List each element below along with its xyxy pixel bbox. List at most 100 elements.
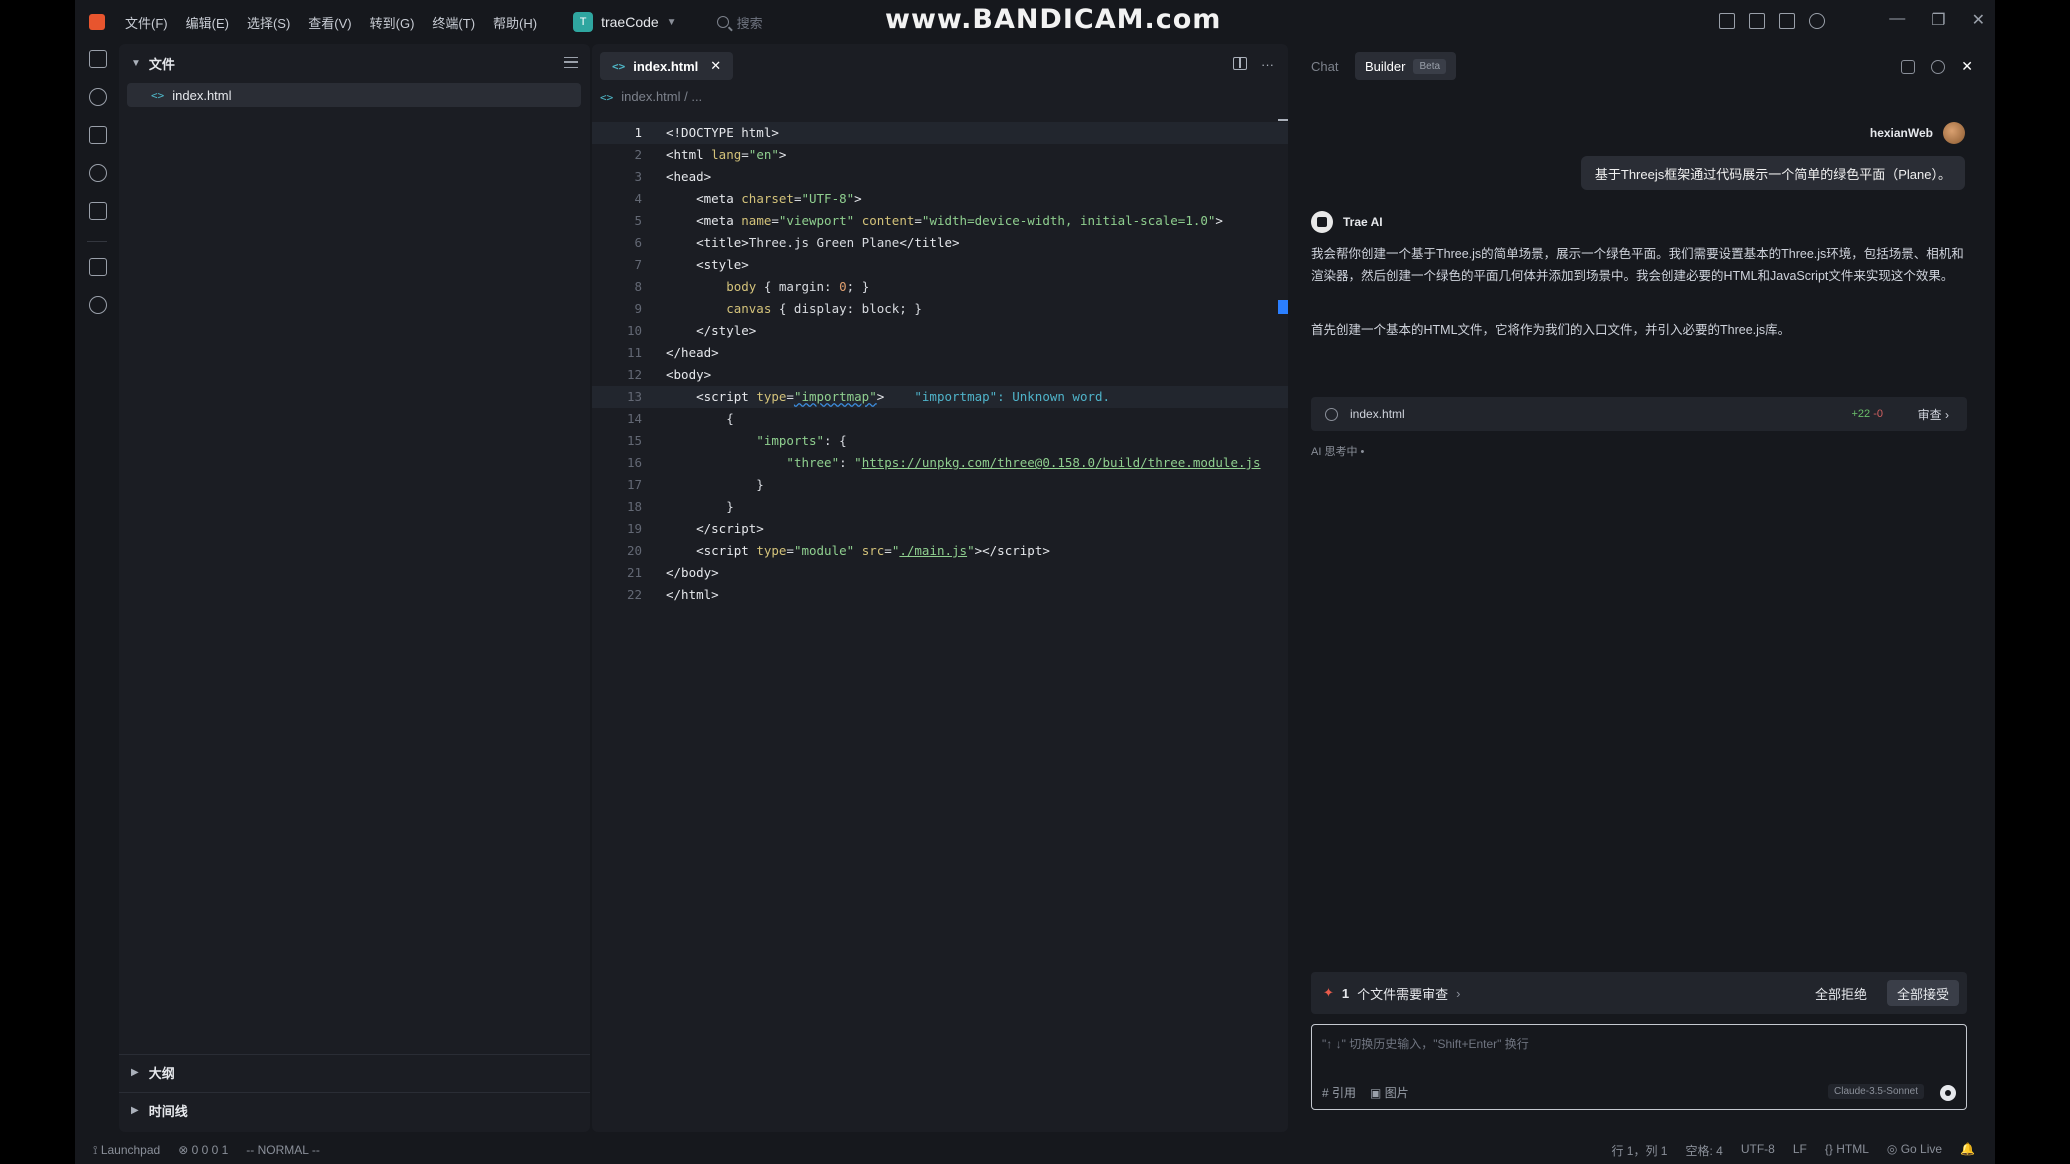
code-area[interactable]: 1 <!DOCTYPE html> 2 <html lang="en"> 3 <hea…: [592, 122, 1288, 606]
menu-help[interactable]: 帮助(H): [493, 13, 537, 32]
history-icon[interactable]: [1931, 59, 1946, 74]
code-line: 5 <meta name="viewport" content="width=d…: [634, 213, 1223, 228]
reject-all-button[interactable]: 全部拒绝: [1805, 980, 1877, 1006]
close-icon[interactable]: ✕: [1961, 58, 1973, 75]
code-line: 12 <body>: [626, 367, 712, 382]
outline-title: 大纲: [148, 1066, 175, 1081]
vim-mode: -- NORMAL --: [246, 1143, 320, 1157]
project-badge: T: [573, 12, 594, 32]
window-close-icon[interactable]: ✕: [1972, 10, 1985, 30]
html-file-icon: <>: [612, 59, 626, 73]
timeline-section[interactable]: ▶ 时间线: [119, 1092, 590, 1128]
split-editor-icon[interactable]: [1233, 57, 1247, 70]
code-line: 2 <html lang="en">: [634, 147, 787, 162]
timeline-title: 时间线: [148, 1104, 188, 1119]
code-line: 3 <head>: [634, 169, 712, 184]
explorer-title: 文件: [148, 57, 175, 72]
html-file-icon: <>: [600, 91, 614, 104]
braces-icon: {}: [1824, 1141, 1837, 1156]
input-actions: # 引用 ▣ 图片: [1322, 1084, 1409, 1101]
app-window: 文件(F) 编辑(E) 选择(S) 查看(V) 转到(G) 终端(T) 帮助(H…: [75, 0, 1995, 1164]
chevron-right-icon: ›: [1456, 985, 1461, 1001]
ai-chat-panel: Chat Builder Beta ✕ hexianWeb 基于Threejs框…: [1291, 44, 1993, 1132]
tab-chat[interactable]: Chat: [1311, 52, 1338, 80]
breadcrumb[interactable]: <> index.html / ...: [600, 89, 702, 104]
image-button[interactable]: ▣ 图片: [1370, 1084, 1409, 1101]
new-chat-icon[interactable]: [1901, 59, 1916, 74]
ai-message-paragraph: 我会帮你创建一个基于Three.js的简单场景，展示一个绿色平面。我们需要设置基…: [1311, 247, 1964, 283]
indentation[interactable]: 空格: 4: [1685, 1142, 1722, 1159]
code-line: 20 <script type="module" src="./main.js"…: [626, 543, 1050, 558]
explorer-icon[interactable]: [89, 50, 107, 68]
code-line: 9 canvas { display: block; }: [634, 301, 922, 316]
send-button[interactable]: [1940, 1085, 1956, 1101]
close-icon[interactable]: ✕: [710, 58, 721, 74]
broadcast-icon: ◎: [1886, 1141, 1901, 1156]
review-text[interactable]: 个文件需要审查: [1357, 984, 1448, 1003]
account-icon[interactable]: [1809, 13, 1825, 29]
tab-builder[interactable]: Builder Beta: [1355, 52, 1457, 80]
file-change-icon: [1325, 407, 1338, 421]
activity-divider: [87, 241, 107, 242]
more-actions-icon[interactable]: ···: [1261, 57, 1274, 72]
language-mode[interactable]: {} HTML: [1825, 1142, 1869, 1159]
toggle-sidebar-icon[interactable]: [1719, 13, 1735, 29]
outline-section[interactable]: ▶ 大纲: [119, 1054, 590, 1090]
tab-index-html[interactable]: <> index.html ✕: [600, 52, 734, 80]
error-icon: ⊗: [178, 1143, 192, 1157]
bug-icon[interactable]: [89, 202, 107, 220]
cursor-position[interactable]: 行 1，列 1: [1611, 1142, 1667, 1159]
file-card-name: index.html: [1350, 407, 1405, 421]
user-message: 基于Threejs框架通过代码展示一个简单的绿色平面（Plane）。: [1580, 156, 1965, 190]
beta-badge: Beta: [1413, 58, 1447, 74]
code-line: 7 <style>: [634, 257, 749, 272]
menu-view[interactable]: 查看(V): [308, 13, 351, 32]
maximize-icon[interactable]: ❐: [1931, 10, 1945, 30]
title-bar: 文件(F) 编辑(E) 选择(S) 查看(V) 转到(G) 终端(T) 帮助(H…: [75, 0, 1995, 44]
project-switcher[interactable]: T traeCode ▼: [573, 12, 677, 32]
file-item-index-html[interactable]: <> index.html: [127, 83, 581, 107]
line-ending[interactable]: LF: [1793, 1142, 1807, 1159]
notifications-icon[interactable]: 🔔: [1960, 1142, 1975, 1159]
model-selector[interactable]: Claude-3.5-Sonnet: [1828, 1084, 1924, 1099]
cite-button[interactable]: # 引用: [1322, 1084, 1356, 1101]
menu-file[interactable]: 文件(F): [125, 13, 168, 32]
review-link[interactable]: 审查 ›: [1918, 406, 1949, 423]
code-line: 16 "three": "https://unpkg.com/three@0.1…: [626, 455, 1261, 470]
menu-terminal[interactable]: 终端(T): [432, 13, 475, 32]
run-debug-icon[interactable]: [89, 164, 107, 182]
encoding[interactable]: UTF-8: [1741, 1142, 1775, 1159]
remote-icon[interactable]: [89, 296, 107, 314]
chevron-right-icon: ▶: [131, 1105, 139, 1116]
code-line: 8 body { margin: 0; }: [634, 279, 870, 294]
explorer-menu-icon[interactable]: [564, 57, 578, 68]
search-icon: [716, 16, 729, 28]
diagnostic-hint: "importmap": Unknown word.: [884, 389, 1111, 404]
minimize-icon[interactable]: —: [1889, 10, 1905, 30]
menu-select[interactable]: 选择(S): [247, 13, 290, 32]
activity-bar: [75, 44, 119, 1132]
explorer-header[interactable]: ▼ 文件: [131, 54, 175, 73]
go-live-button[interactable]: ◎ Go Live: [1887, 1142, 1942, 1159]
pending-review-bar: ✦ 1 个文件需要审查 › 全部拒绝 全部接受: [1311, 972, 1967, 1014]
toggle-aux-sidebar-icon[interactable]: [1779, 13, 1795, 29]
toggle-panel-icon[interactable]: [1749, 13, 1765, 29]
problems-indicator[interactable]: ⊗ 0 0 0 1: [178, 1143, 228, 1157]
search-box[interactable]: 搜索: [716, 13, 763, 32]
accept-all-button[interactable]: 全部接受: [1886, 980, 1959, 1006]
code-line: 6 <title>Three.js Green Plane</title>: [634, 235, 960, 250]
chevron-down-icon: ▼: [131, 58, 141, 69]
menu-edit[interactable]: 编辑(E): [186, 13, 229, 32]
code-line: 17 }: [626, 477, 764, 492]
menu-goto[interactable]: 转到(G): [370, 13, 415, 32]
file-change-card[interactable]: index.html +22 -0 审查 ›: [1311, 397, 1967, 431]
search-view-icon[interactable]: [89, 88, 107, 106]
image-icon: ▣: [1370, 1086, 1385, 1100]
chat-input[interactable]: "↑ ↓" 切换历史输入，"Shift+Enter" 换行 # 引用 ▣ 图片 …: [1311, 1024, 1967, 1110]
source-control-icon[interactable]: [89, 126, 107, 144]
window-controls: — ❐ ✕: [1889, 10, 1985, 30]
code-line: 15 "imports": {: [626, 433, 847, 448]
launchpad-item[interactable]: ⟟ Launchpad: [93, 1143, 160, 1158]
editor-actions: ···: [1233, 57, 1274, 72]
extensions-icon[interactable]: [89, 258, 107, 276]
